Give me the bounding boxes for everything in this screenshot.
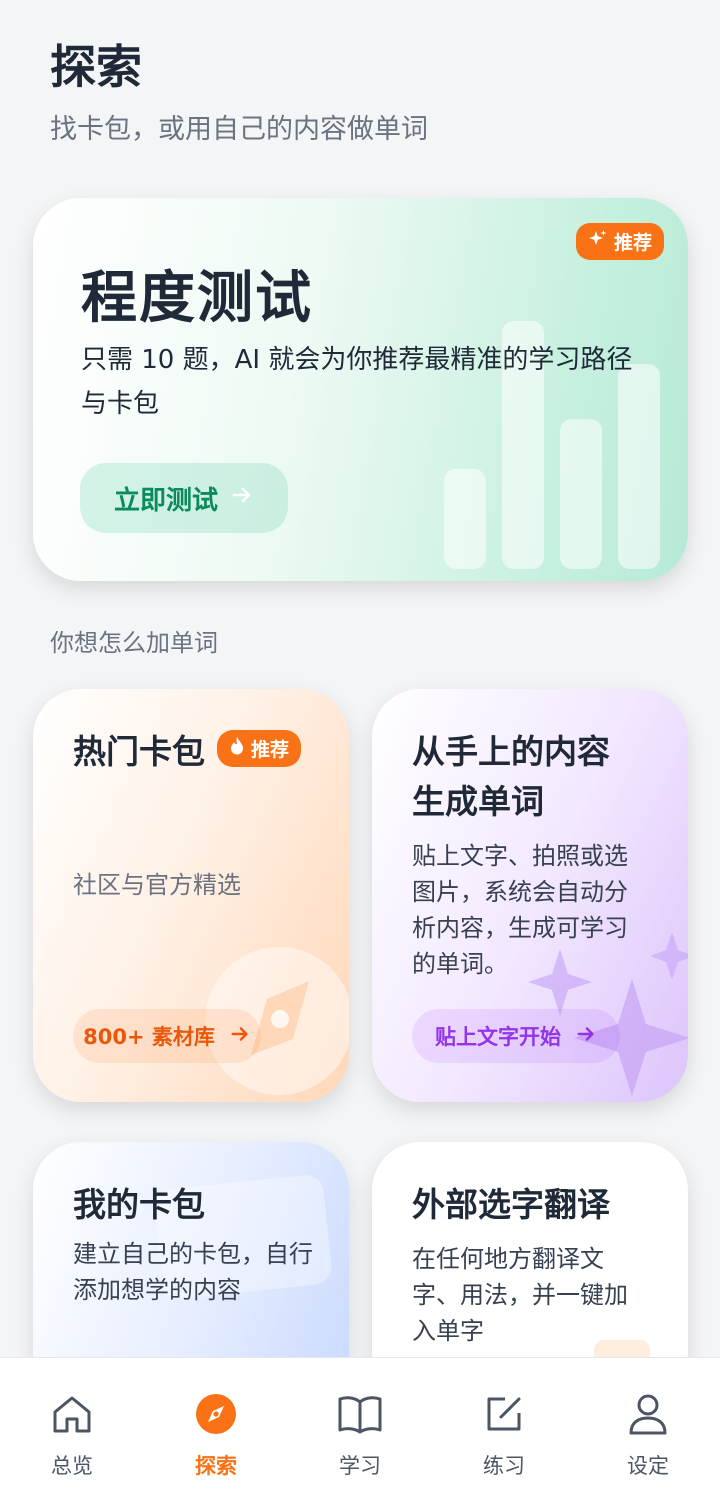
sparkle-icon — [588, 229, 608, 254]
hot-packs-title: 热门卡包 — [73, 732, 205, 771]
nav-label-practice: 练习 — [483, 1454, 525, 1478]
bottom-navigation: 总览 探索 学习 练习 设定 — [0, 1357, 720, 1505]
generate-description: 贴上文字、拍照或选图片，系统会自动分析内容，生成可学习的单词。 — [412, 842, 628, 978]
arrow-right-icon — [229, 1023, 251, 1050]
recommend-badge: 推荐 — [575, 223, 664, 260]
paste-text-label: 贴上文字开始 — [435, 1025, 561, 1049]
nav-item-practice[interactable]: 练习 — [432, 1358, 576, 1505]
hero-description: 只需 10 题，AI 就会为你推荐最精准的学习路径与卡包 — [81, 345, 633, 419]
recommend-badge-label: 推荐 — [613, 232, 652, 254]
nav-item-explore[interactable]: 探索 — [144, 1358, 288, 1505]
edit-icon — [480, 1390, 528, 1438]
material-library-button[interactable]: 800+ 素材库 — [73, 1009, 261, 1063]
start-test-button[interactable]: 立即测试 — [80, 463, 288, 533]
external-translate-description: 在任何地方翻译文字、用法，并一键加入单字 — [412, 1245, 628, 1345]
compass-icon — [192, 1390, 240, 1438]
my-packs-description: 建立自己的卡包，自行添加想学的内容 — [73, 1240, 313, 1304]
paste-text-button[interactable]: 贴上文字开始 — [412, 1009, 620, 1063]
page-subtitle: 找卡包，或用自己的内容做单词 — [50, 113, 428, 145]
user-icon — [624, 1390, 672, 1438]
hot-badge-label: 推荐 — [251, 739, 290, 761]
section-label: 你想怎么加单词 — [50, 629, 218, 657]
nav-label-overview: 总览 — [51, 1454, 93, 1478]
start-test-label: 立即测试 — [113, 485, 218, 516]
nav-label-learn: 学习 — [339, 1454, 381, 1478]
generate-words-card[interactable]: 从手上的内容 生成单词 贴上文字、拍照或选图片，系统会自动分析内容，生成可学习的… — [372, 689, 688, 1102]
fire-icon — [229, 736, 245, 761]
external-translate-title: 外部选字翻译 — [412, 1185, 610, 1224]
hot-packs-card[interactable]: 热门卡包 推荐 社区与官方精选 800+ 素材库 — [33, 689, 349, 1102]
my-packs-title: 我的卡包 — [73, 1185, 205, 1224]
hot-packs-description: 社区与官方精选 — [73, 871, 241, 899]
nav-item-learn[interactable]: 学习 — [288, 1358, 432, 1505]
nav-item-overview[interactable]: 总览 — [0, 1358, 144, 1505]
page-header: 探索 找卡包，或用自己的内容做单词 — [50, 42, 428, 146]
nav-label-explore: 探索 — [195, 1454, 237, 1478]
hot-recommend-badge: 推荐 — [217, 730, 302, 767]
nav-label-settings: 设定 — [627, 1454, 669, 1478]
arrow-right-icon — [575, 1023, 597, 1050]
page-title: 探索 — [50, 40, 142, 94]
material-library-label: 800+ 素材库 — [83, 1025, 215, 1049]
generate-title-line2: 生成单词 — [412, 782, 544, 821]
generate-title-line1: 从手上的内容 — [412, 732, 610, 771]
book-icon — [336, 1390, 384, 1438]
arrow-right-icon — [230, 483, 254, 514]
home-icon — [48, 1390, 96, 1438]
level-test-card[interactable]: 推荐 程度测试 只需 10 题，AI 就会为你推荐最精准的学习路径与卡包 立即测… — [33, 198, 688, 581]
nav-item-settings[interactable]: 设定 — [576, 1358, 720, 1505]
hero-title: 程度测试 — [81, 266, 313, 331]
